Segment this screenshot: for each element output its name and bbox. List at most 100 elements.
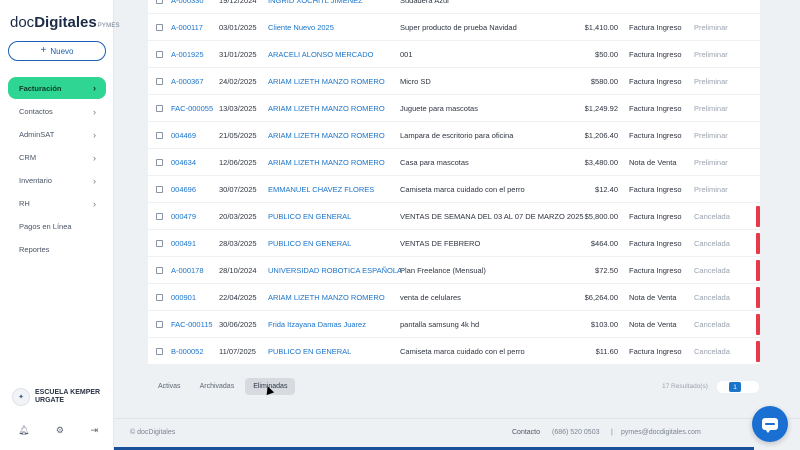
page-button-current[interactable]: 1 <box>729 382 741 392</box>
pagination: 1 <box>717 381 759 393</box>
invoice-id-link[interactable]: A-000117 <box>171 23 203 32</box>
client-name-link[interactable]: INGRID XOCHITL JIMENEZ <box>268 0 363 5</box>
logout-icon[interactable]: ⇥ <box>90 425 98 436</box>
account-switcher[interactable]: ✦ ESCUELA KEMPER URGATE <box>12 388 100 406</box>
sidebar-item-reportes[interactable]: Reportes <box>8 238 106 261</box>
invoice-status: Cancelada <box>694 292 730 302</box>
table-row[interactable]: 004696 30/07/2025 EMMANUEL CHAVEZ FLORES Ca… <box>148 176 760 203</box>
sidebar-item-pagos-en-l-nea[interactable]: Pagos en Línea <box>8 215 106 238</box>
invoice-id-link[interactable]: A-000367 <box>171 77 204 86</box>
app-logo[interactable]: docDigitalesPYMES <box>10 14 120 31</box>
row-checkbox[interactable] <box>156 158 163 166</box>
invoice-id-link[interactable]: 004696 <box>171 185 196 194</box>
sidebar-item-label: Inventario <box>19 176 52 185</box>
sidebar-item-facturaci-n[interactable]: Facturación › <box>8 77 106 99</box>
sidebar-item-inventario[interactable]: Inventario › <box>8 169 106 192</box>
table-row[interactable]: 004469 21/05/2025 ARIAM LIZETH MANZO ROMER… <box>148 122 760 149</box>
table-row[interactable]: FAC-000055 13/03/2025 ARIAM LIZETH MANZO R… <box>148 95 760 122</box>
invoice-date: 21/05/2025 <box>219 130 257 140</box>
logo-bold: Digitales <box>34 14 97 31</box>
sidebar-item-adminsat[interactable]: AdminSAT › <box>8 123 106 146</box>
row-checkbox[interactable] <box>156 23 163 31</box>
row-checkbox[interactable] <box>156 212 163 220</box>
invoice-description: Juguete para mascotas <box>400 103 478 113</box>
table-row[interactable]: FAC-000115 30/06/2025 Frida Itzayana Damas… <box>148 311 760 338</box>
invoice-id-link[interactable]: 000479 <box>171 212 196 221</box>
row-checkbox[interactable] <box>156 293 163 301</box>
client-name-link[interactable]: ARACELI ALONSO MERCADO <box>268 50 373 59</box>
footer-email[interactable]: pymes@docdigitales.com <box>621 429 701 436</box>
page-footer: © docDigitales Contacto (686) 520 0503 |… <box>114 418 800 450</box>
invoice-type: Factura Ingreso <box>629 238 682 248</box>
invoice-status: Preliminar <box>694 22 728 32</box>
tab-archivadas[interactable]: Archivadas <box>192 378 243 395</box>
table-row[interactable]: A-001925 31/01/2025 ARACELI ALONSO MERCADO… <box>148 41 760 68</box>
invoice-description: Camiseta marca cuidado con el perro <box>400 346 525 356</box>
invoice-description: Lampara de escritorio para oficina <box>400 130 514 140</box>
row-checkbox[interactable] <box>156 320 163 328</box>
invoice-type: Factura Ingreso <box>629 265 682 275</box>
sidebar-item-crm[interactable]: CRM › <box>8 146 106 169</box>
invoice-status: Cancelada <box>694 319 730 329</box>
table-row[interactable]: 004634 12/06/2025 ARIAM LIZETH MANZO ROMER… <box>148 149 760 176</box>
client-name-link[interactable]: Frida Itzayana Damas Juarez <box>268 320 366 329</box>
client-name-link[interactable]: EMMANUEL CHAVEZ FLORES <box>268 185 374 194</box>
sidebar-item-rh[interactable]: RH › <box>8 192 106 215</box>
new-button-label: Nuevo <box>50 46 74 56</box>
table-row[interactable]: A-000367 24/02/2025 ARIAM LIZETH MANZO ROM… <box>148 68 760 95</box>
tab-activas[interactable]: Activas <box>150 378 189 395</box>
invoice-status: Preliminar <box>694 157 728 167</box>
client-name-link[interactable]: ARIAM LIZETH MANZO ROMERO <box>268 158 385 167</box>
client-name-link[interactable]: Cliente Nuevo 2025 <box>268 23 334 32</box>
table-row[interactable]: A-000330 19/12/2024 INGRID XOCHITL JIMENEZ… <box>148 0 760 14</box>
client-name-link[interactable]: UNIVERSIDAD ROBOTICA ESPAÑOLA <box>268 266 402 275</box>
client-name-link[interactable]: ARIAM LIZETH MANZO ROMERO <box>268 104 385 113</box>
client-name-link[interactable]: PUBLICO EN GENERAL <box>268 212 351 221</box>
row-checkbox[interactable] <box>156 0 163 4</box>
invoice-id-link[interactable]: A-000178 <box>171 266 204 275</box>
table-row[interactable]: A-000117 03/01/2025 Cliente Nuevo 2025 Supe… <box>148 14 760 41</box>
invoice-id-link[interactable]: FAC-000115 <box>171 320 213 329</box>
client-name-link[interactable]: ARIAM LIZETH MANZO ROMERO <box>268 131 385 140</box>
invoice-status: Cancelada <box>694 238 730 248</box>
table-row[interactable]: 000901 22/04/2025 ARIAM LIZETH MANZO ROMER… <box>148 284 760 311</box>
chevron-right-icon: › <box>93 83 96 93</box>
invoice-id-link[interactable]: 000491 <box>171 239 196 248</box>
invoice-id-link[interactable]: 000901 <box>171 293 196 302</box>
row-checkbox[interactable] <box>156 104 163 112</box>
chevron-right-icon: › <box>93 129 96 140</box>
bell-icon[interactable]: 🔔︎ <box>18 425 29 436</box>
row-checkbox[interactable] <box>156 185 163 193</box>
sidebar-item-contactos[interactable]: Contactos › <box>8 100 106 123</box>
row-checkbox[interactable] <box>156 239 163 247</box>
table-row[interactable]: B-000052 11/07/2025 PUBLICO EN GENERAL Cami… <box>148 338 760 365</box>
invoice-id-link[interactable]: FAC-000055 <box>171 104 213 113</box>
client-name-link[interactable]: ARIAM LIZETH MANZO ROMERO <box>268 77 385 86</box>
table-row[interactable]: 000491 28/03/2025 PUBLICO EN GENERAL VENTAS… <box>148 230 760 257</box>
account-name-line2: URGATE <box>35 397 65 404</box>
invoice-id-link[interactable]: A-001925 <box>171 50 204 59</box>
account-name-line1: ESCUELA KEMPER <box>35 389 101 396</box>
table-row[interactable]: 000479 20/03/2025 PUBLICO EN GENERAL VENTAS… <box>148 203 760 230</box>
row-checkbox[interactable] <box>156 131 163 139</box>
client-name-link[interactable]: PUBLICO EN GENERAL <box>268 347 351 356</box>
table-row[interactable]: A-000178 28/10/2024 UNIVERSIDAD ROBOTICA E… <box>148 257 760 284</box>
invoice-description: VENTAS DE SEMANA DEL 03 AL 07 DE MARZO 2… <box>400 211 584 221</box>
results-count: 17 Resultado(s) <box>662 383 708 390</box>
invoice-id-link[interactable]: 004469 <box>171 131 196 140</box>
invoice-id-link[interactable]: B-000052 <box>171 347 204 356</box>
invoice-id-link[interactable]: 004634 <box>171 158 196 167</box>
row-checkbox[interactable] <box>156 266 163 274</box>
chat-button[interactable] <box>752 406 788 442</box>
row-checkbox[interactable] <box>156 347 163 355</box>
footer-phone[interactable]: (686) 520 0503 <box>552 429 599 436</box>
client-name-link[interactable]: PUBLICO EN GENERAL <box>268 239 351 248</box>
new-button[interactable]: + Nuevo <box>8 41 106 61</box>
invoice-amount: $6,264.00 <box>584 292 618 302</box>
row-checkbox[interactable] <box>156 77 163 85</box>
gear-icon[interactable]: ⚙ <box>56 425 64 436</box>
invoice-id-link[interactable]: A-000330 <box>171 0 204 5</box>
row-checkbox[interactable] <box>156 50 163 58</box>
client-name-link[interactable]: ARIAM LIZETH MANZO ROMERO <box>268 293 385 302</box>
invoice-type: Factura Ingreso <box>629 130 682 140</box>
